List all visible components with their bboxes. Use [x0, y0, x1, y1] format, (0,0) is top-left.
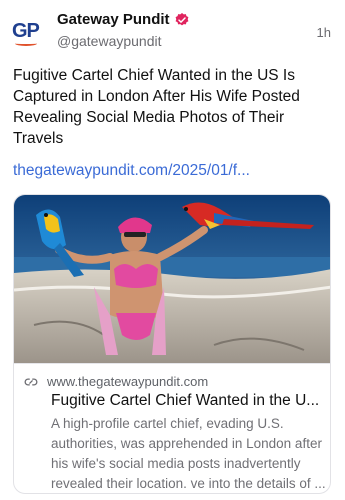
author-display-name[interactable]: Gateway Pundit [57, 11, 170, 28]
avatar-logo-text: GP [12, 20, 40, 42]
avatar[interactable]: GP [12, 14, 46, 48]
link-domain: www.thegatewaypundit.com [47, 374, 209, 389]
link-preview-card[interactable]: www.thegatewaypundit.com Fugitive Cartel… [13, 194, 331, 494]
post-card[interactable]: GP Gateway Pundit @gatewaypundit 1h Fugi… [0, 0, 345, 500]
author-handle[interactable]: @gatewaypundit [57, 33, 162, 49]
post-link[interactable]: thegatewaypundit.com/2025/01/f... [13, 162, 250, 180]
author-name-row: Gateway Pundit [57, 11, 190, 28]
verified-badge-icon [175, 12, 188, 25]
link-preview-title[interactable]: Fugitive Cartel Chief Wanted in the U... [51, 392, 323, 410]
preview-image[interactable] [14, 195, 331, 363]
post-text: Fugitive Cartel Chief Wanted in the US I… [13, 67, 300, 147]
post-timestamp: 1h [316, 25, 331, 40]
link-preview-body[interactable]: www.thegatewaypundit.com Fugitive Cartel… [14, 363, 330, 493]
link-preview-description: A high-profile cartel chief, evading U.S… [51, 416, 326, 491]
avatar-swoosh-decoration [15, 41, 37, 46]
link-icon [24, 377, 38, 386]
link-domain-row: www.thegatewaypundit.com [24, 374, 208, 389]
